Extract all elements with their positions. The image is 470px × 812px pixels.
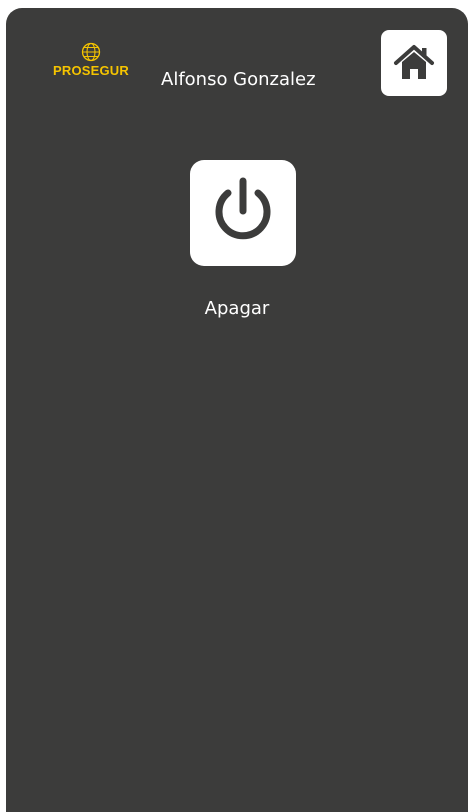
user-name: Alfonso Gonzalez [161, 69, 316, 90]
power-off-label: Apagar [204, 298, 270, 319]
power-icon [215, 177, 271, 240]
logo-text: PROSEGUR [52, 63, 129, 78]
prosegur-logo: PROSEGUR [48, 42, 134, 88]
globe-icon [81, 42, 101, 62]
home-button[interactable] [381, 30, 447, 96]
power-off-button[interactable] [190, 160, 296, 266]
app-screen: PROSEGUR Alfonso Gonzalez Apagar [6, 8, 468, 812]
home-icon [394, 45, 434, 79]
